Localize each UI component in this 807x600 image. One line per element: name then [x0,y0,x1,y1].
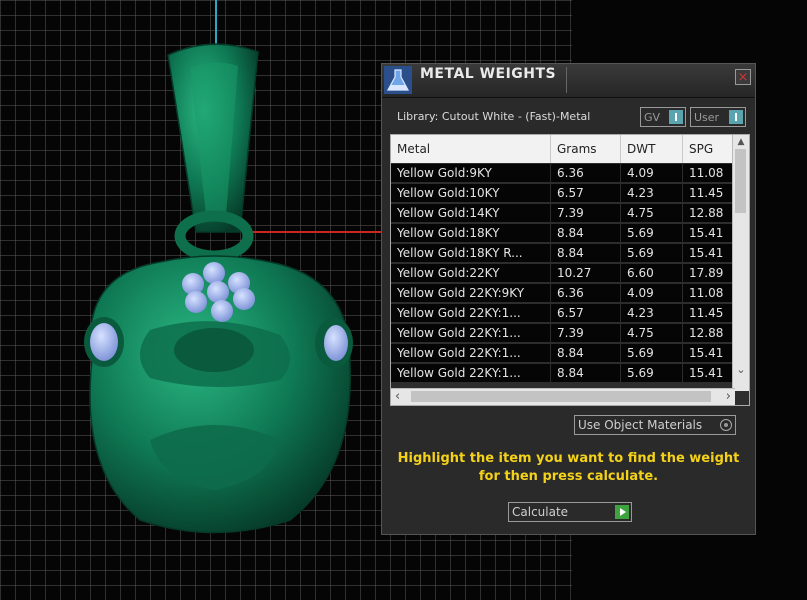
table-row[interactable]: Yellow Gold:10KY 6.57 4.23 11.45 [391,183,734,203]
cell-dwt: 5.69 [621,224,682,242]
cell-metal: Yellow Gold 22KY:9KY [391,284,550,302]
cell-spg: 12.88 [683,204,734,222]
cell-metal: Yellow Gold:14KY [391,204,550,222]
column-header-grams[interactable]: Grams [551,135,621,163]
table-row[interactable]: Yellow Gold:18KY 8.84 5.69 15.41 [391,223,734,243]
gv-dropdown[interactable]: GV [640,107,686,127]
cell-grams: 6.57 [551,184,620,202]
cell-grams: 8.84 [551,364,620,382]
cell-metal: Yellow Gold:18KY R... [391,244,550,262]
cell-dwt: 4.23 [621,184,682,202]
cell-spg: 11.45 [683,304,734,322]
gv-dropdown-arrow-icon [669,110,683,124]
table-body: Yellow Gold:9KY 6.36 4.09 11.08 Yellow Gold:… [391,163,734,383]
cell-grams: 8.84 [551,344,620,362]
cell-metal: Yellow Gold:10KY [391,184,550,202]
cell-metal: Yellow Gold:22KY [391,264,550,282]
cell-dwt: 5.69 [621,344,682,362]
cell-metal: Yellow Gold 22KY:1... [391,364,550,382]
cell-grams: 8.84 [551,244,620,262]
cell-grams: 8.84 [551,224,620,242]
cell-metal: Yellow Gold 22KY:1... [391,304,550,322]
cell-metal: Yellow Gold 22KY:1... [391,324,550,342]
column-header-metal[interactable]: Metal [391,135,551,163]
table-row[interactable]: Yellow Gold:18KY R... 8.84 5.69 15.41 [391,243,734,263]
cell-grams: 7.39 [551,324,620,342]
cell-metal: Yellow Gold:18KY [391,224,550,242]
horizontal-scroll-thumb[interactable] [411,391,711,402]
table-row[interactable]: Yellow Gold:9KY 6.36 4.09 11.08 [391,163,734,183]
play-arrow-icon [615,505,629,519]
close-button[interactable]: × [735,69,751,85]
calculate-label: Calculate [512,505,569,519]
gv-dropdown-value: GV [644,111,661,124]
cell-spg: 17.89 [683,264,734,282]
instructions-text: Highlight the item you want to find the … [382,450,755,486]
cell-dwt: 4.09 [621,284,682,302]
cell-dwt: 4.75 [621,324,682,342]
cell-dwt: 4.23 [621,304,682,322]
cell-grams: 7.39 [551,204,620,222]
cell-spg: 15.41 [683,244,734,262]
table-row[interactable]: Yellow Gold:14KY 7.39 4.75 12.88 [391,203,734,223]
scroll-up-icon[interactable]: ▲ [733,137,749,147]
user-dropdown-value: User [694,111,720,124]
cell-spg: 11.45 [683,184,734,202]
calculate-button[interactable]: Calculate [508,502,632,522]
table-row[interactable]: Yellow Gold:22KY 10.27 6.60 17.89 [391,263,734,283]
use-object-materials-label: Use Object Materials [578,418,703,432]
user-dropdown-arrow-icon [729,110,743,124]
flask-app-icon [384,66,412,94]
instructions-line-2: for then press calculate. [478,469,659,484]
cell-dwt: 5.69 [621,364,682,382]
column-header-dwt[interactable]: DWT [621,135,683,163]
cell-dwt: 6.60 [621,264,682,282]
cell-metal: Yellow Gold:9KY [391,164,550,182]
horizontal-scrollbar[interactable]: ‹ › [391,388,735,405]
table-row[interactable]: Yellow Gold 22KY:1... 8.84 5.69 15.41 [391,343,734,363]
cell-metal: Yellow Gold 22KY:1... [391,344,550,362]
cell-spg: 11.08 [683,284,734,302]
table-row[interactable]: Yellow Gold 22KY:1... 6.57 4.23 11.45 [391,303,734,323]
column-header-spg[interactable]: SPG [683,135,734,163]
cell-dwt: 4.75 [621,204,682,222]
cell-spg: 15.41 [683,344,734,362]
instructions-line-1: Highlight the item you want to find the … [397,451,740,466]
table-header: Metal Grams DWT SPG [391,135,734,163]
cell-grams: 6.36 [551,164,620,182]
metal-weights-table: Metal Grams DWT SPG Yellow Gold:9KY 6.36 4… [390,134,750,406]
user-dropdown[interactable]: User [690,107,746,127]
library-label: Library: Cutout White - (Fast)-Metal [397,110,591,123]
cell-spg: 12.88 [683,324,734,342]
cell-grams: 6.36 [551,284,620,302]
cell-spg: 11.08 [683,164,734,182]
scroll-down-icon[interactable]: ⌄ [733,363,749,376]
cell-dwt: 5.69 [621,244,682,262]
cell-grams: 10.27 [551,264,620,282]
scroll-right-icon[interactable]: › [726,389,731,404]
dialog-titlebar[interactable]: METAL WEIGHTS × [382,64,755,98]
cell-dwt: 4.09 [621,164,682,182]
table-row[interactable]: Yellow Gold 22KY:1... 8.84 5.69 15.41 [391,363,734,383]
table-row[interactable]: Yellow Gold 22KY:9KY 6.36 4.09 11.08 [391,283,734,303]
vertical-scrollbar[interactable]: ▲ ⌄ [732,135,749,391]
scroll-left-icon[interactable]: ‹ [395,389,400,404]
title-tab-divider [566,67,567,93]
use-object-materials-toggle[interactable]: Use Object Materials [574,415,736,435]
radio-icon[interactable] [720,419,732,431]
cell-grams: 6.57 [551,304,620,322]
dialog-title: METAL WEIGHTS [420,66,557,82]
cell-spg: 15.41 [683,224,734,242]
table-row[interactable]: Yellow Gold 22KY:1... 7.39 4.75 12.88 [391,323,734,343]
metal-weights-dialog: METAL WEIGHTS × Library: Cutout White - … [381,63,756,535]
vertical-scroll-thumb[interactable] [735,149,746,213]
cell-spg: 15.41 [683,364,734,382]
